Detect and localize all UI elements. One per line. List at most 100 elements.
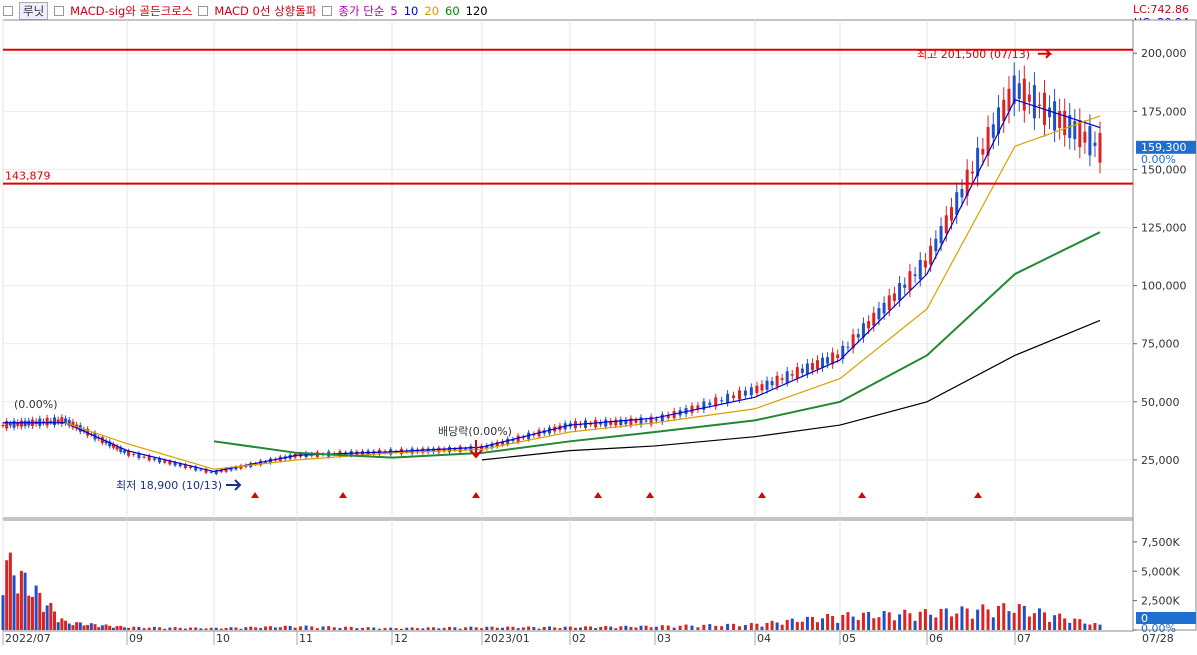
- candle-body: [23, 420, 27, 427]
- volume-bars: [1, 552, 1102, 630]
- volume-checkbox[interactable]: [3, 524, 13, 534]
- volume-bar: [1048, 621, 1052, 630]
- indicator-ma-label[interactable]: 종가 단순: [338, 3, 384, 19]
- y-tick-label: 75,000: [1141, 338, 1180, 351]
- candle-body: [918, 259, 922, 280]
- hc-readout: HC:-20.94: [1133, 16, 1189, 29]
- volume-bar: [568, 626, 572, 630]
- volume-pct-label: 0.00%: [1141, 622, 1176, 635]
- header-checkbox[interactable]: [3, 6, 13, 16]
- candle-body: [765, 380, 769, 390]
- dividend-annotation: 배당락(0.00%): [438, 425, 512, 438]
- candle-body: [27, 420, 31, 426]
- ma120-label: 120: [465, 4, 488, 18]
- volume-bar: [152, 626, 156, 630]
- candle-body: [485, 445, 489, 449]
- volume-bar: [981, 604, 985, 630]
- volume-bar: [183, 628, 187, 630]
- volume-bar: [377, 628, 381, 630]
- stock-chart-window: 루닛 MACD-sig와 골든크로스 MACD 0선 상향돌파 종가 단순 5 …: [0, 0, 1197, 655]
- indicator1-checkbox[interactable]: [54, 6, 65, 16]
- candle-body: [589, 423, 593, 425]
- indicator-macd-golden[interactable]: MACD-sig와 골든크로스: [70, 3, 192, 19]
- candle-body: [244, 465, 248, 467]
- volume-bar: [383, 627, 387, 630]
- volume-bar: [64, 620, 68, 630]
- candle-body: [298, 453, 302, 457]
- candle-body: [234, 466, 238, 470]
- candle-body: [122, 450, 126, 453]
- volume-bar: [737, 626, 741, 630]
- candle-body: [189, 466, 193, 469]
- volume-bar: [189, 627, 193, 630]
- candle-body: [1027, 94, 1031, 102]
- candle-body: [594, 419, 598, 428]
- indicator2-checkbox[interactable]: [198, 6, 209, 16]
- volume-bar: [882, 610, 886, 630]
- volume-current-label: 0: [1141, 612, 1148, 625]
- indicator-macd-zero[interactable]: MACD 0선 상향돌파: [214, 3, 316, 19]
- candle-body: [558, 425, 562, 431]
- candle-body: [437, 447, 441, 453]
- volume-bar: [1022, 605, 1026, 630]
- volume-bar: [30, 596, 34, 630]
- volume-bar: [1027, 616, 1031, 630]
- volume-bar: [887, 612, 891, 630]
- volume-bar: [224, 627, 228, 630]
- candle-body: [929, 245, 933, 265]
- volume-bar: [629, 626, 633, 630]
- volume-bar: [93, 624, 97, 630]
- candle-body: [737, 390, 741, 400]
- candle-body: [624, 419, 628, 425]
- candle-body: [553, 426, 557, 432]
- x-tick-label: 10: [216, 632, 230, 645]
- volume-bar: [548, 626, 552, 630]
- volume-bar: [532, 627, 536, 630]
- candle-body: [278, 456, 282, 461]
- volume-label[interactable]: 거래량: [19, 521, 51, 537]
- candle-body: [304, 452, 308, 458]
- candle-body: [12, 420, 16, 428]
- candle-body: [104, 440, 108, 444]
- volume-bar: [1002, 603, 1006, 630]
- grid-icon[interactable]: [3, 22, 15, 35]
- volume-bar: [1098, 624, 1102, 630]
- volume-bar: [997, 605, 1001, 630]
- candle-body: [464, 448, 468, 450]
- volume-bar: [178, 627, 182, 630]
- volume-bar: [908, 613, 912, 630]
- volume-bar: [82, 625, 86, 630]
- candle-body: [283, 456, 287, 459]
- candle-body: [1022, 78, 1026, 111]
- volume-bar: [760, 626, 764, 630]
- volume-bar: [684, 624, 688, 630]
- candle-body: [506, 438, 510, 445]
- candle-body: [634, 420, 638, 423]
- volume-bar: [821, 618, 825, 630]
- volume-bar: [78, 622, 82, 630]
- x-tick-label: 05: [842, 632, 856, 645]
- volume-bar: [453, 627, 457, 630]
- candle-body: [45, 417, 49, 426]
- volume-bar: [624, 625, 628, 630]
- candle-body: [805, 363, 809, 374]
- indicator3-checkbox[interactable]: [322, 6, 333, 16]
- candle-body: [584, 420, 588, 428]
- candle-body: [1, 425, 5, 427]
- volume-bar: [321, 626, 325, 630]
- candle-body: [474, 447, 478, 450]
- volume-bar: [75, 622, 79, 630]
- candle-body: [415, 449, 419, 453]
- volume-bar: [573, 627, 577, 630]
- stock-name-tab[interactable]: 루닛: [19, 2, 49, 20]
- volume-bar: [86, 624, 90, 630]
- candle-body: [344, 452, 348, 455]
- volume-bar: [558, 628, 562, 630]
- volume-bar: [19, 570, 23, 630]
- volume-bar: [923, 609, 927, 630]
- volume-bar: [234, 627, 238, 630]
- signal-up-arrow-icon: [858, 492, 866, 498]
- ma-line-5: [3, 98, 1101, 473]
- volume-bar: [678, 625, 682, 630]
- volume-bar: [355, 628, 359, 630]
